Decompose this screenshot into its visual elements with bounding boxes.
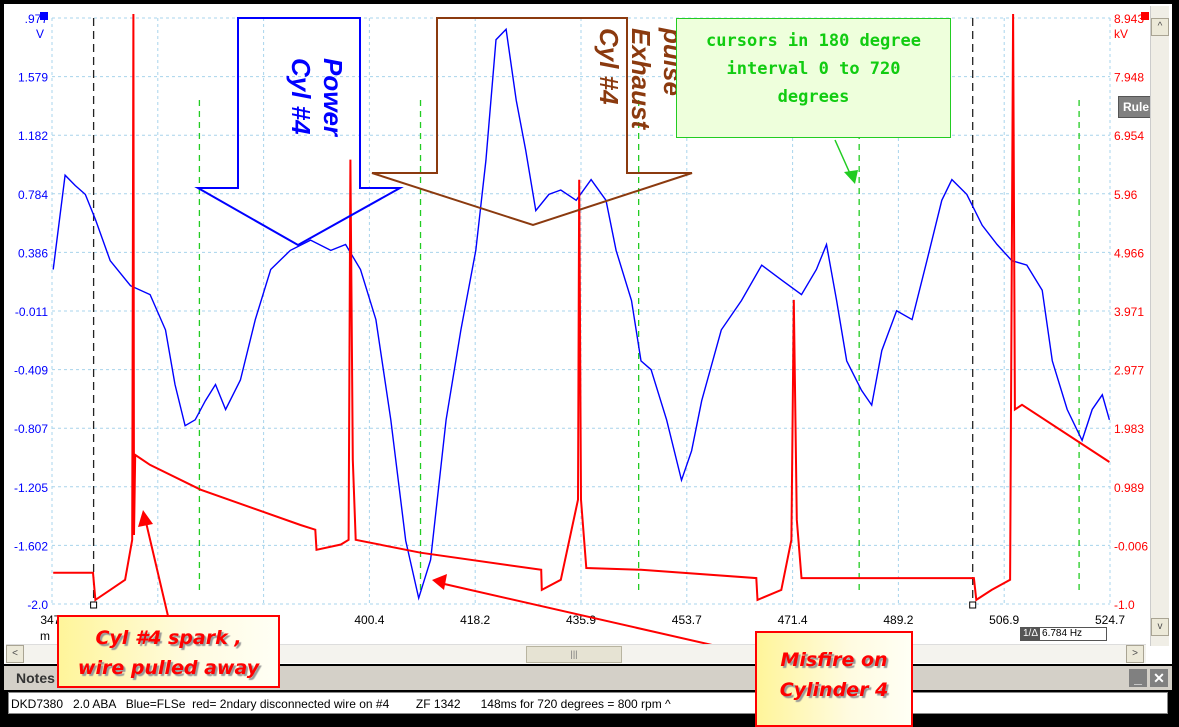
spark-callout-line: Cyl #4 spark , — [95, 627, 242, 649]
left-axis-unit: V — [36, 27, 44, 41]
cursors-note: cursors in 180 degree interval 0 to 720 … — [676, 18, 951, 138]
vertical-scrollbar[interactable]: ^ v — [1150, 6, 1169, 646]
note-arrow-head — [844, 170, 858, 184]
right-tick-label: 5.96 — [1114, 188, 1138, 202]
x-tick-label: 506.9 — [989, 613, 1019, 627]
grid — [51, 17, 1111, 605]
x-axis-unit: m — [40, 629, 50, 643]
spark-callout-line — [144, 517, 169, 617]
right-tick-label: 6.954 — [1114, 129, 1144, 143]
left-series-marker — [40, 12, 48, 20]
cursor-handle — [90, 601, 98, 609]
scroll-down-button[interactable]: v — [1151, 618, 1169, 636]
x-tick-label: 524.7 — [1095, 613, 1125, 627]
left-tick-label: -0.011 — [15, 305, 48, 319]
left-tick-label: 0.784 — [18, 188, 48, 202]
misfire-callout-line: Cylinder 4 — [779, 679, 889, 701]
right-tick-label: 8.943 — [1114, 12, 1144, 26]
minimize-button[interactable]: _ — [1129, 669, 1147, 687]
left-tick-label: 1.579 — [18, 71, 48, 85]
frequency-readout: 1/Δ 6.784 Hz — [1020, 627, 1107, 641]
right-tick-label: -1.0 — [1114, 598, 1135, 612]
left-tick-label: -0.409 — [14, 364, 48, 378]
right-series-marker — [1141, 12, 1149, 20]
left-tick-label: 1.182 — [18, 129, 48, 143]
scroll-right-button[interactable]: > — [1126, 645, 1144, 663]
spark-arrow-head — [138, 510, 153, 527]
right-tick-label: 3.971 — [1114, 305, 1144, 319]
x-tick-label: 418.2 — [460, 613, 490, 627]
right-tick-label: -0.006 — [1114, 539, 1148, 553]
misfire-callout-line: Misfire on — [780, 649, 888, 671]
left-tick-label: -0.807 — [14, 422, 48, 436]
notes-input[interactable]: DKD7380 2.0 ABA Blue=FLSe red= 2ndary di… — [8, 692, 1168, 714]
left-tick-label: -2.0 — [27, 598, 48, 612]
right-tick-label: 7.948 — [1114, 71, 1144, 85]
frequency-value: 6.784 Hz — [1042, 628, 1083, 639]
left-tick-label: 0.386 — [18, 246, 48, 260]
notes-label: Notes — [16, 670, 55, 686]
frequency-icon[interactable]: 1/Δ — [1021, 628, 1041, 640]
x-tick-label: 471.4 — [778, 613, 808, 627]
left-tick-label: -1.602 — [14, 539, 48, 553]
spark-callout: Cyl #4 spark , wire pulled away — [57, 615, 280, 688]
right-tick-label: 1.983 — [1114, 422, 1144, 436]
right-tick-label: 4.966 — [1114, 246, 1144, 260]
x-tick-label: 489.2 — [883, 613, 913, 627]
close-button[interactable]: ✕ — [1150, 669, 1168, 687]
cursors-note-line: degrees — [777, 87, 850, 107]
right-axis-unit: kV — [1114, 27, 1128, 41]
scroll-left-button[interactable]: < — [6, 645, 24, 663]
cursors-note-line: cursors in 180 degree — [706, 31, 921, 51]
right-tick-label: 2.977 — [1114, 364, 1144, 378]
exhaust-label-line: Cyl #4 — [594, 28, 624, 105]
cursors-note-line: interval 0 to 720 — [726, 59, 901, 79]
power-label: Cyl #4Power — [286, 58, 348, 138]
misfire-arrow-head — [432, 574, 447, 590]
cursor-handle — [969, 601, 977, 609]
scroll-thumb[interactable]: ||| — [526, 646, 622, 663]
spark-callout-line: wire pulled away — [77, 657, 260, 679]
exhaust-label-line: Exhaust — [626, 28, 656, 130]
x-tick-label: 453.7 — [672, 613, 702, 627]
scroll-up-button[interactable]: ^ — [1151, 18, 1169, 36]
left-tick-label: -1.205 — [14, 481, 48, 495]
right-tick-label: 0.989 — [1114, 481, 1144, 495]
misfire-callout: Misfire on Cylinder 4 — [755, 631, 913, 727]
exhaust-label: Cyl #4Exhaustpulse — [594, 27, 688, 130]
x-tick-label: 400.4 — [354, 613, 384, 627]
